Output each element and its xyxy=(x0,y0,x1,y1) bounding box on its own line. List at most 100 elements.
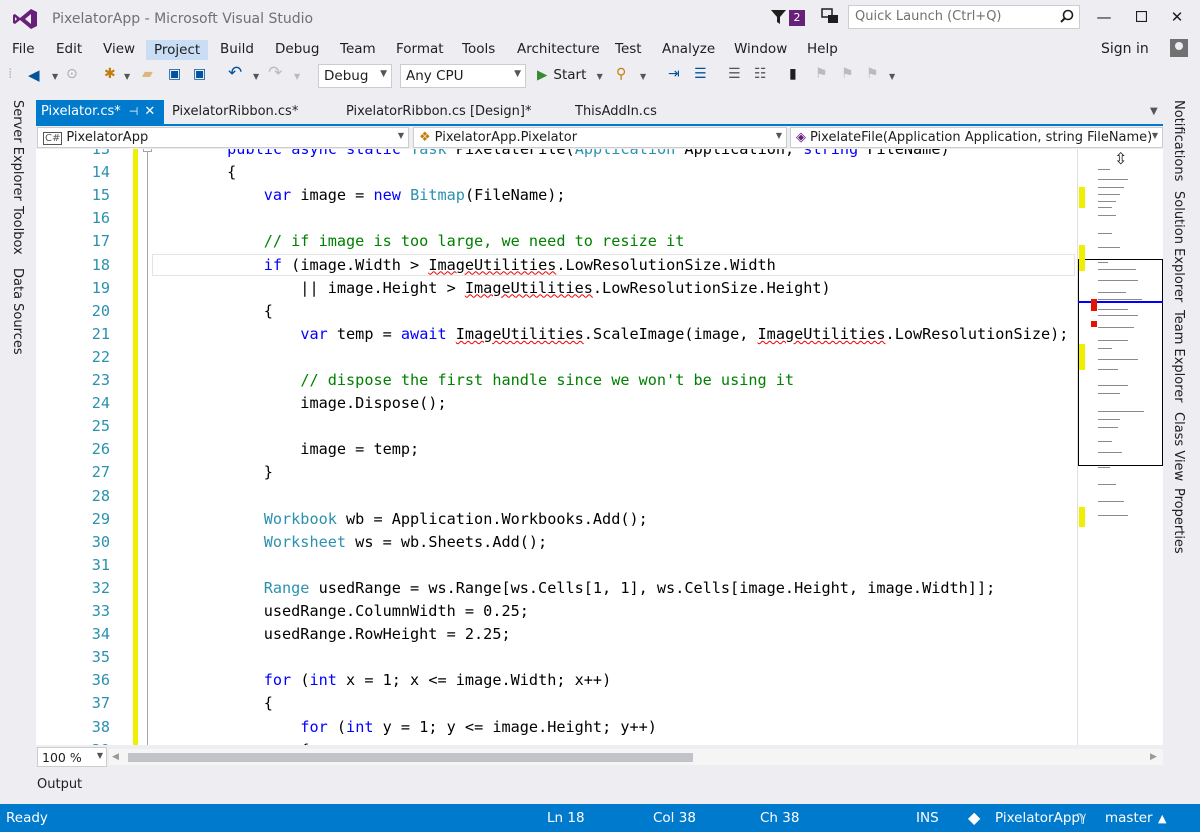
code-line[interactable]: if (image.Width > ImageUtilities.LowReso… xyxy=(154,256,776,274)
tab-thisaddin-cs[interactable]: ThisAddIn.cs xyxy=(570,100,662,125)
member-navigation-dropdown[interactable]: ◈ PixelateFile(Application Application, s… xyxy=(790,127,1163,148)
code-line[interactable]: image = temp; xyxy=(154,440,419,458)
prev-bookmark-icon[interactable]: ⚑ xyxy=(815,66,828,86)
server-explorer-tab[interactable]: Server Explorer xyxy=(10,100,25,201)
menu-debug[interactable]: Debug xyxy=(268,40,326,58)
start-debugging-button[interactable]: ▶ Start ▼ xyxy=(537,67,603,83)
navigate-forward-icon[interactable]: ⊙ xyxy=(66,66,78,86)
menu-view[interactable]: View xyxy=(96,40,142,58)
branch-up-arrow-icon[interactable]: ▲ xyxy=(1158,812,1166,825)
menu-edit[interactable]: Edit xyxy=(49,40,89,58)
step-into-icon[interactable]: ⇥ xyxy=(668,66,680,86)
project-navigation-dropdown[interactable]: C# PixelatorApp ▼ xyxy=(37,127,409,148)
properties-tab[interactable]: Properties xyxy=(1171,488,1186,554)
horizontal-scroll-thumb[interactable] xyxy=(128,753,693,762)
toolbar-customize-icon[interactable]: ▼ xyxy=(889,72,895,92)
new-dropdown-icon[interactable]: ▼ xyxy=(124,72,130,92)
menu-format[interactable]: Format xyxy=(389,40,451,58)
tab-pixelator-cs[interactable]: Pixelator.cs* ⊣ ✕ xyxy=(36,100,164,125)
tab-overflow-dropdown-icon[interactable]: ▼ xyxy=(1150,106,1158,117)
map-mode-scrollbar[interactable]: ⇳ xyxy=(1077,149,1163,745)
redo-dropdown-icon[interactable]: ▼ xyxy=(294,72,300,92)
start-dropdown-icon[interactable]: ▼ xyxy=(597,72,603,81)
code-line[interactable]: { xyxy=(154,741,309,745)
code-line[interactable]: { xyxy=(154,694,273,712)
status-repository[interactable]: PixelatorApp xyxy=(995,810,1080,826)
code-line[interactable]: image.Dispose(); xyxy=(154,394,446,412)
menu-analyze[interactable]: Analyze xyxy=(655,40,722,58)
notifications-flag[interactable]: 2 xyxy=(770,8,808,28)
tab-pixelatorribbon-design[interactable]: PixelatorRibbon.cs [Design]* xyxy=(341,100,537,125)
uncomment-lines-icon[interactable]: ☷ xyxy=(754,66,767,86)
code-line[interactable]: usedRange.ColumnWidth = 0.25; xyxy=(154,602,529,620)
code-line[interactable]: Range usedRange = ws.Range[ws.Cells[1, 1… xyxy=(154,579,996,597)
menu-window[interactable]: Window xyxy=(727,40,794,58)
menu-tools[interactable]: Tools xyxy=(455,40,502,58)
code-line[interactable]: Worksheet ws = wb.Sheets.Add(); xyxy=(154,533,547,551)
map-viewport-box[interactable] xyxy=(1078,259,1163,466)
code-line[interactable]: usedRange.RowHeight = 2.25; xyxy=(154,625,511,643)
code-line[interactable]: public async static Task PixelateFile(Ap… xyxy=(154,149,949,158)
team-explorer-tab[interactable]: Team Explorer xyxy=(1171,310,1186,403)
menu-build[interactable]: Build xyxy=(213,40,261,58)
sign-in-link[interactable]: Sign in xyxy=(1101,41,1149,57)
menu-help[interactable]: Help xyxy=(800,40,845,58)
close-tab-icon[interactable]: ✕ xyxy=(144,104,155,119)
minimize-button[interactable]: — xyxy=(1094,8,1114,28)
back-dropdown-icon[interactable]: ▼ xyxy=(52,72,58,92)
comment-lines-icon[interactable]: ☰ xyxy=(728,66,741,86)
save-icon[interactable]: ▣ xyxy=(168,66,181,86)
close-window-button[interactable]: ✕ xyxy=(1167,8,1187,28)
maximize-button[interactable] xyxy=(1131,8,1151,28)
code-line[interactable]: var image = new Bitmap(FileName); xyxy=(154,186,566,204)
bookmark-icon[interactable]: ▮ xyxy=(789,66,797,86)
redo-icon[interactable]: ↷ xyxy=(268,63,282,83)
code-line[interactable]: } xyxy=(154,463,273,481)
zoom-level-dropdown[interactable]: 100 % ▼ xyxy=(37,747,107,767)
output-tab[interactable]: Output xyxy=(37,777,82,792)
new-project-icon[interactable]: ✱ xyxy=(104,66,116,86)
step-over-icon[interactable]: ☰ xyxy=(694,66,707,86)
undo-dropdown-icon[interactable]: ▼ xyxy=(253,72,259,92)
pin-icon[interactable]: ⊣ xyxy=(129,105,139,118)
platform-dropdown[interactable]: Any CPU ▼ xyxy=(400,64,526,88)
type-navigation-dropdown[interactable]: ❖ PixelatorApp.Pixelator ▼ xyxy=(413,127,787,148)
menu-architecture[interactable]: Architecture xyxy=(510,40,607,58)
code-line[interactable]: { xyxy=(154,302,273,320)
notifications-tab[interactable]: Notifications xyxy=(1171,100,1186,181)
open-file-icon[interactable]: ▰ xyxy=(142,66,153,86)
code-editor[interactable]: 13 public async static Task PixelateFile… xyxy=(36,149,1163,745)
menu-test[interactable]: Test xyxy=(608,40,649,58)
menu-team[interactable]: Team xyxy=(333,40,383,58)
code-line[interactable]: // dispose the first handle since we won… xyxy=(154,371,794,389)
code-line[interactable]: for (int x = 1; x <= image.Width; x++) xyxy=(154,671,611,689)
menu-file[interactable]: File xyxy=(5,40,42,58)
code-line[interactable]: || image.Height > ImageUtilities.LowReso… xyxy=(154,279,830,297)
tab-pixelatorribbon-cs[interactable]: PixelatorRibbon.cs* xyxy=(167,100,303,125)
navigate-back-icon[interactable]: ◀ xyxy=(28,66,40,86)
data-sources-tab[interactable]: Data Sources xyxy=(10,268,25,355)
undo-icon[interactable]: ↶ xyxy=(228,63,242,83)
next-bookmark-icon[interactable]: ⚑ xyxy=(841,66,854,86)
account-icon[interactable] xyxy=(1170,39,1188,57)
solution-explorer-tab[interactable]: Solution Explorer xyxy=(1171,191,1186,302)
split-editor-icon[interactable]: ⇳ xyxy=(1114,149,1127,168)
class-view-tab[interactable]: Class View xyxy=(1171,412,1186,481)
configuration-dropdown[interactable]: Debug ▼ xyxy=(318,64,392,88)
scroll-left-icon[interactable]: ◀ xyxy=(112,752,119,762)
code-line[interactable]: { xyxy=(154,163,236,181)
status-branch[interactable]: master xyxy=(1105,810,1153,826)
code-line[interactable]: for (int y = 1; y <= image.Height; y++) xyxy=(154,718,657,736)
find-in-files-icon[interactable]: ⚲ xyxy=(616,66,626,86)
toolbar-overflow-icon[interactable]: ▼ xyxy=(640,72,646,92)
feedback-icon[interactable] xyxy=(820,8,840,26)
code-line[interactable]: // if image is too large, we need to res… xyxy=(154,232,685,250)
save-all-icon[interactable]: ▣ xyxy=(193,66,206,86)
quick-launch-input[interactable]: Quick Launch (Ctrl+Q) xyxy=(848,5,1080,29)
code-line[interactable]: var temp = await ImageUtilities.ScaleIma… xyxy=(154,325,1068,343)
code-line[interactable]: Workbook wb = Application.Workbooks.Add(… xyxy=(154,510,648,528)
menu-project[interactable]: Project xyxy=(146,40,209,60)
clear-bookmarks-icon[interactable]: ⚑ xyxy=(866,66,879,86)
scroll-right-icon[interactable]: ▶ xyxy=(1150,752,1157,762)
toolbox-tab[interactable]: Toolbox xyxy=(10,206,25,255)
